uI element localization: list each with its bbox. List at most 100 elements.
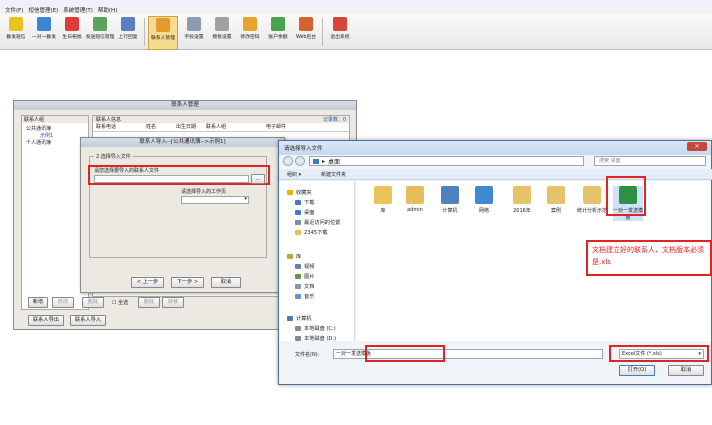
filename-highlight <box>365 345 445 362</box>
delete-button[interactable]: 删除 <box>82 297 104 308</box>
import-contacts-button[interactable]: 联系人导入 <box>70 315 106 326</box>
browse-button[interactable]: ... <box>251 174 265 184</box>
nav-item[interactable]: 本地磁盘 (D:) <box>295 335 336 342</box>
menu-file[interactable]: 文件(F) <box>5 6 23 14</box>
toolbar-birthday-button[interactable]: 生日祝福 <box>58 16 86 48</box>
menu-bar: 文件(F) 短信管理(E) 系统管理(T) 帮助(H) <box>0 5 712 14</box>
nav-item[interactable]: 图片 <box>295 273 314 280</box>
wizard-cancel-button[interactable]: 取消 <box>211 277 241 288</box>
toolbar-one-to-one-button[interactable]: 一对一群发 <box>30 16 58 48</box>
file-item[interactable]: 库 <box>368 186 398 214</box>
nav-item-label: 下载 <box>304 200 315 206</box>
file-select-label: 请您选择要导入的联系人文件 <box>94 168 160 174</box>
forward-icon[interactable] <box>295 156 305 166</box>
file-dialog-titlebar: 请选择导入文件 ✕ <box>279 141 711 155</box>
edit-button[interactable]: 修改 <box>52 297 74 308</box>
folder-icon <box>295 284 301 289</box>
col-email[interactable]: 电子邮件 <box>266 123 316 131</box>
nav-item-label: 本地磁盘 (D:) <box>304 336 337 342</box>
search-input[interactable]: 搜索 桌面 <box>594 156 706 166</box>
toolbar-web-button[interactable]: Web后台 <box>292 16 320 48</box>
toolbar-reply-button[interactable]: 上行回复 <box>114 16 142 48</box>
file-item[interactable]: 案例 <box>541 186 571 214</box>
col-phone[interactable]: 联系电话 <box>93 123 146 131</box>
folder-icon <box>513 186 531 204</box>
file-item-label: 网络 <box>478 208 489 214</box>
move-button[interactable]: 转移 <box>162 297 184 308</box>
file-item-label: admin <box>407 207 423 213</box>
toolbar-exit-button[interactable]: 退出系统 <box>326 16 354 48</box>
annotation-note: 文档建立好的联系人，文档版本必须是.xls <box>586 240 712 276</box>
file-item[interactable]: 统计分析示范 <box>577 186 607 214</box>
desktop-icon <box>313 158 319 164</box>
nav-item[interactable]: 音乐 <box>295 293 314 300</box>
tree-item-personal[interactable]: 个人通讯簿 <box>22 139 88 146</box>
toolbar-label: 退出系统 <box>330 35 350 40</box>
batch-delete-button[interactable]: 删除 <box>138 297 160 308</box>
sent-sms-icon <box>93 17 107 31</box>
sheet-label: 请选择导入的工作页 <box>181 189 227 195</box>
menu-help[interactable]: 帮助(H) <box>98 6 117 14</box>
breadcrumb-arrow: ▸ <box>322 157 326 165</box>
sheet-select[interactable]: ▾ <box>181 196 249 204</box>
next-step-button[interactable]: 下一步 > <box>171 277 204 288</box>
export-contacts-button[interactable]: 联系人导出 <box>28 315 64 326</box>
close-icon[interactable]: ✕ <box>687 142 707 151</box>
nav-item[interactable]: 文档 <box>295 283 314 290</box>
col-name[interactable]: 姓名 <box>146 123 176 131</box>
nav-item[interactable]: 2345下载 <box>295 229 328 236</box>
nav-item[interactable]: 计算机 <box>287 315 312 322</box>
toolbar-sent-sms-button[interactable]: 发送短信管理 <box>86 16 114 48</box>
folder-icon <box>547 186 565 204</box>
menu-system[interactable]: 系统管理(T) <box>63 6 93 14</box>
add-button[interactable]: 新增 <box>28 297 48 308</box>
file-item-label: 计算机 <box>442 208 458 214</box>
col-birth[interactable]: 出生日期 <box>176 123 206 131</box>
nav-item-label: 计算机 <box>296 316 312 322</box>
file-cancel-button[interactable]: 取消 <box>668 365 704 376</box>
toolbar-label: 上行回复 <box>118 35 138 40</box>
organize-button[interactable]: 组织 ▾ <box>287 171 301 178</box>
col-group[interactable]: 联系人组 <box>206 123 266 131</box>
nav-item[interactable]: 库 <box>287 253 301 260</box>
toolbar-separator <box>144 18 145 46</box>
folder-icon <box>295 220 301 225</box>
nav-item-label: 库 <box>296 254 302 260</box>
tree-item-public[interactable]: 公共通讯簿 <box>22 125 88 132</box>
breadcrumb[interactable]: 桌面 <box>328 157 340 166</box>
folder-icon <box>406 186 424 204</box>
open-button[interactable]: 打开(O) <box>619 365 655 376</box>
nav-item[interactable]: 最近访问的位置 <box>295 219 340 226</box>
nav-item[interactable]: 视频 <box>295 263 314 270</box>
file-path-input[interactable] <box>94 175 249 183</box>
tree-item-sample1[interactable]: 示例1 <box>22 132 88 139</box>
nav-item[interactable]: 桌面 <box>295 209 314 216</box>
nav-item-label: 最近访问的位置 <box>304 220 341 226</box>
toolbar-templates-button[interactable]: 模板设置 <box>208 16 236 48</box>
nav-item[interactable]: 下载 <box>295 199 314 206</box>
toolbar-fields-button[interactable]: 字段设置 <box>180 16 208 48</box>
nav-item-label: 桌面 <box>304 210 315 216</box>
back-icon[interactable] <box>283 156 293 166</box>
new-folder-button[interactable]: 新建文件夹 <box>321 171 346 178</box>
nav-item-label: 收藏夹 <box>296 190 312 196</box>
nav-item[interactable]: 收藏夹 <box>287 189 312 196</box>
address-bar[interactable]: ▸ 桌面 <box>309 156 584 166</box>
prev-step-button[interactable]: < 上一步 <box>131 277 164 288</box>
folder-icon <box>475 186 493 204</box>
birthday-icon <box>65 17 79 31</box>
folder-icon <box>295 200 301 205</box>
reply-icon <box>121 17 135 31</box>
toolbar-balance-button[interactable]: 账户余额 <box>264 16 292 48</box>
file-item[interactable]: 2016年 <box>507 186 537 214</box>
file-item[interactable]: admin <box>400 186 430 213</box>
toolbar-password-button[interactable]: 修改密码 <box>236 16 264 48</box>
folder-icon <box>295 230 301 235</box>
file-item[interactable]: 网络 <box>469 186 499 214</box>
file-item[interactable]: 计算机 <box>435 186 465 214</box>
command-bar: 组织 ▾ 新建文件夹 <box>279 169 712 180</box>
nav-item[interactable]: 本地磁盘 (C:) <box>295 325 336 332</box>
toolbar-bulk-sms-button[interactable]: 群发短信 <box>2 16 30 48</box>
menu-sms[interactable]: 短信管理(E) <box>28 6 58 14</box>
select-all-checkbox[interactable]: ☐ 全选 <box>112 299 128 306</box>
